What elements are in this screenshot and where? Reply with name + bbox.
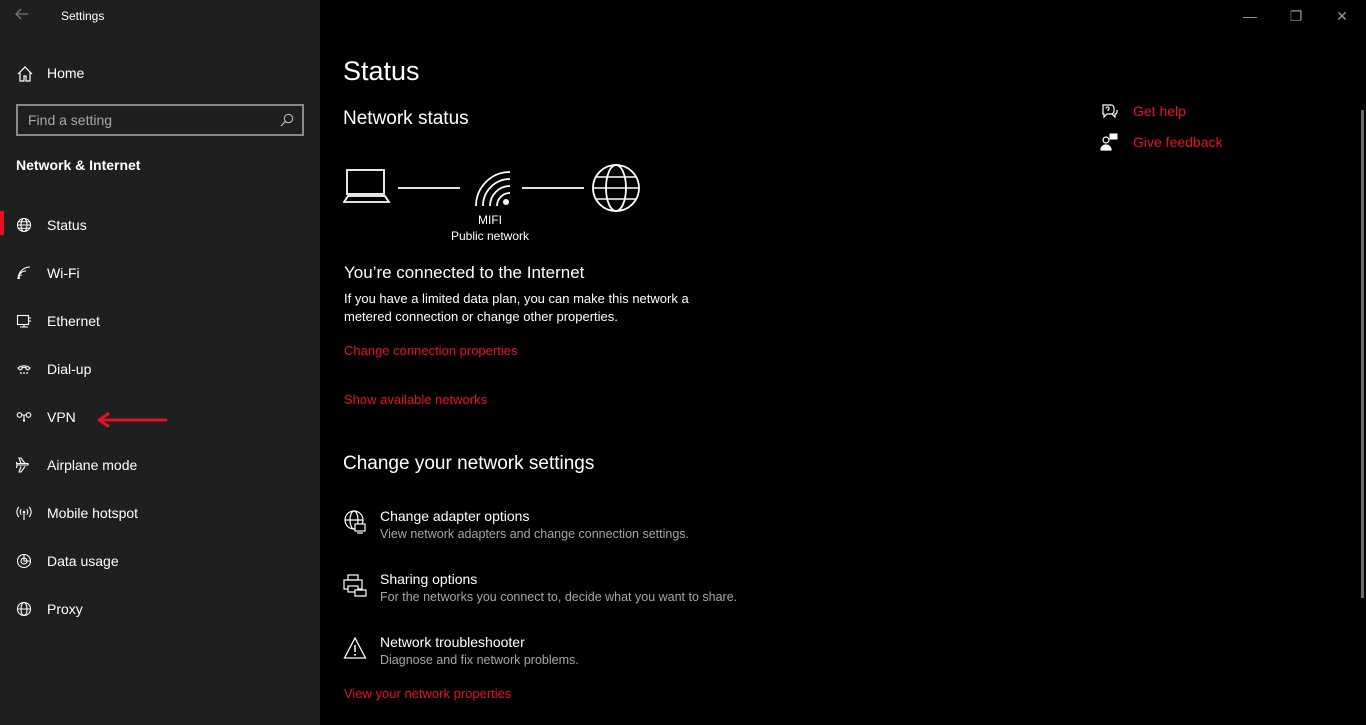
wifi-signal-icon [475,171,511,207]
back-arrow-icon[interactable] [14,6,36,26]
sidebar-item-label: Airplane mode [47,457,138,473]
close-button[interactable]: ✕ [1330,6,1354,26]
give-feedback-label: Give feedback [1133,134,1223,150]
connected-desc-line: If you have a limited data plan, you can… [344,291,689,306]
status-globe-icon [16,217,32,233]
search-placeholder: Find a setting [28,112,113,128]
change-settings-title: Change your network settings [343,453,595,474]
connected-description: If you have a limited data plan, you can… [344,290,744,326]
sidebar-item-data-usage[interactable]: Data usage [0,543,320,579]
airplane-icon [15,457,32,473]
maximize-button[interactable]: ❐ [1284,6,1308,26]
connected-title: You’re connected to the Internet [344,263,585,282]
option-title: Change adapter options [380,508,530,524]
sidebar-item-label: Ethernet [47,313,100,329]
sidebar-item-proxy[interactable]: Proxy [0,591,320,627]
sharing-icon [343,573,367,597]
network-status-title: Network status [343,108,469,129]
main-content: — ❐ ✕ Status Network status MIFI Public … [320,0,1366,725]
dialup-icon [16,361,32,377]
sidebar-item-airplane-mode[interactable]: Airplane mode [0,447,320,483]
sidebar-item-status[interactable]: Status [0,207,320,243]
scrollbar[interactable] [1361,110,1364,598]
sidebar-item-label: Status [47,217,87,233]
option-description: View network adapters and change connect… [380,527,689,541]
search-input[interactable]: Find a setting [16,104,304,136]
option-description: For the networks you connect to, decide … [380,590,738,604]
get-help-link[interactable]: Get help [1100,102,1300,122]
help-chat-icon [1100,102,1118,120]
sidebar-home[interactable]: Home [0,56,320,92]
sidebar-item-dialup[interactable]: Dial-up [0,351,320,387]
show-available-networks-link[interactable]: Show available networks [344,392,487,407]
data-usage-icon [16,553,32,569]
laptop-icon [342,169,391,203]
give-feedback-link[interactable]: Give feedback [1100,133,1300,153]
network-ssid: MIFI [478,213,502,227]
hotspot-icon [16,505,32,521]
minimize-button[interactable]: — [1238,6,1262,26]
option-description: Diagnose and fix network problems. [380,653,579,667]
network-type: Public network [450,229,530,243]
network-troubleshooter[interactable]: Network troubleshooter Diagnose and fix … [343,634,863,678]
warning-icon [343,636,367,660]
sidebar-item-label: Dial-up [47,361,92,377]
sharing-options[interactable]: Sharing options For the networks you con… [343,571,863,615]
page-title: Status [343,56,420,86]
connected-desc-line: metered connection or change other prope… [344,309,618,324]
feedback-icon [1100,133,1118,151]
ethernet-icon [16,313,32,329]
adapter-icon [343,510,367,534]
section-title: Network & Internet [16,157,141,173]
home-icon [16,65,34,83]
internet-globe-icon [592,164,640,212]
sidebar-item-mobile-hotspot[interactable]: Mobile hotspot [0,495,320,531]
home-label: Home [47,65,85,81]
sidebar-item-ethernet[interactable]: Ethernet [0,303,320,339]
red-arrow-annotation [96,410,168,430]
sidebar-item-label: Mobile hotspot [47,505,139,521]
proxy-globe-icon [16,601,32,617]
vpn-icon [16,409,32,425]
option-title: Sharing options [380,571,478,587]
get-help-label: Get help [1133,103,1186,119]
view-network-properties-link[interactable]: View your network properties [344,686,511,701]
sidebar-item-label: VPN [47,409,76,425]
window-title: Settings [61,9,105,23]
sidebar-item-label: Data usage [47,553,119,569]
wifi-icon [16,265,32,281]
sidebar: Settings Home Find a setting Network & I… [0,0,320,725]
search-icon[interactable] [280,113,294,127]
sidebar-item-wifi[interactable]: Wi-Fi [0,255,320,291]
sidebar-item-label: Proxy [47,601,83,617]
sidebar-item-label: Wi-Fi [47,265,80,281]
change-connection-properties-link[interactable]: Change connection properties [344,343,517,358]
change-adapter-options[interactable]: Change adapter options View network adap… [343,508,863,552]
option-title: Network troubleshooter [380,634,525,650]
